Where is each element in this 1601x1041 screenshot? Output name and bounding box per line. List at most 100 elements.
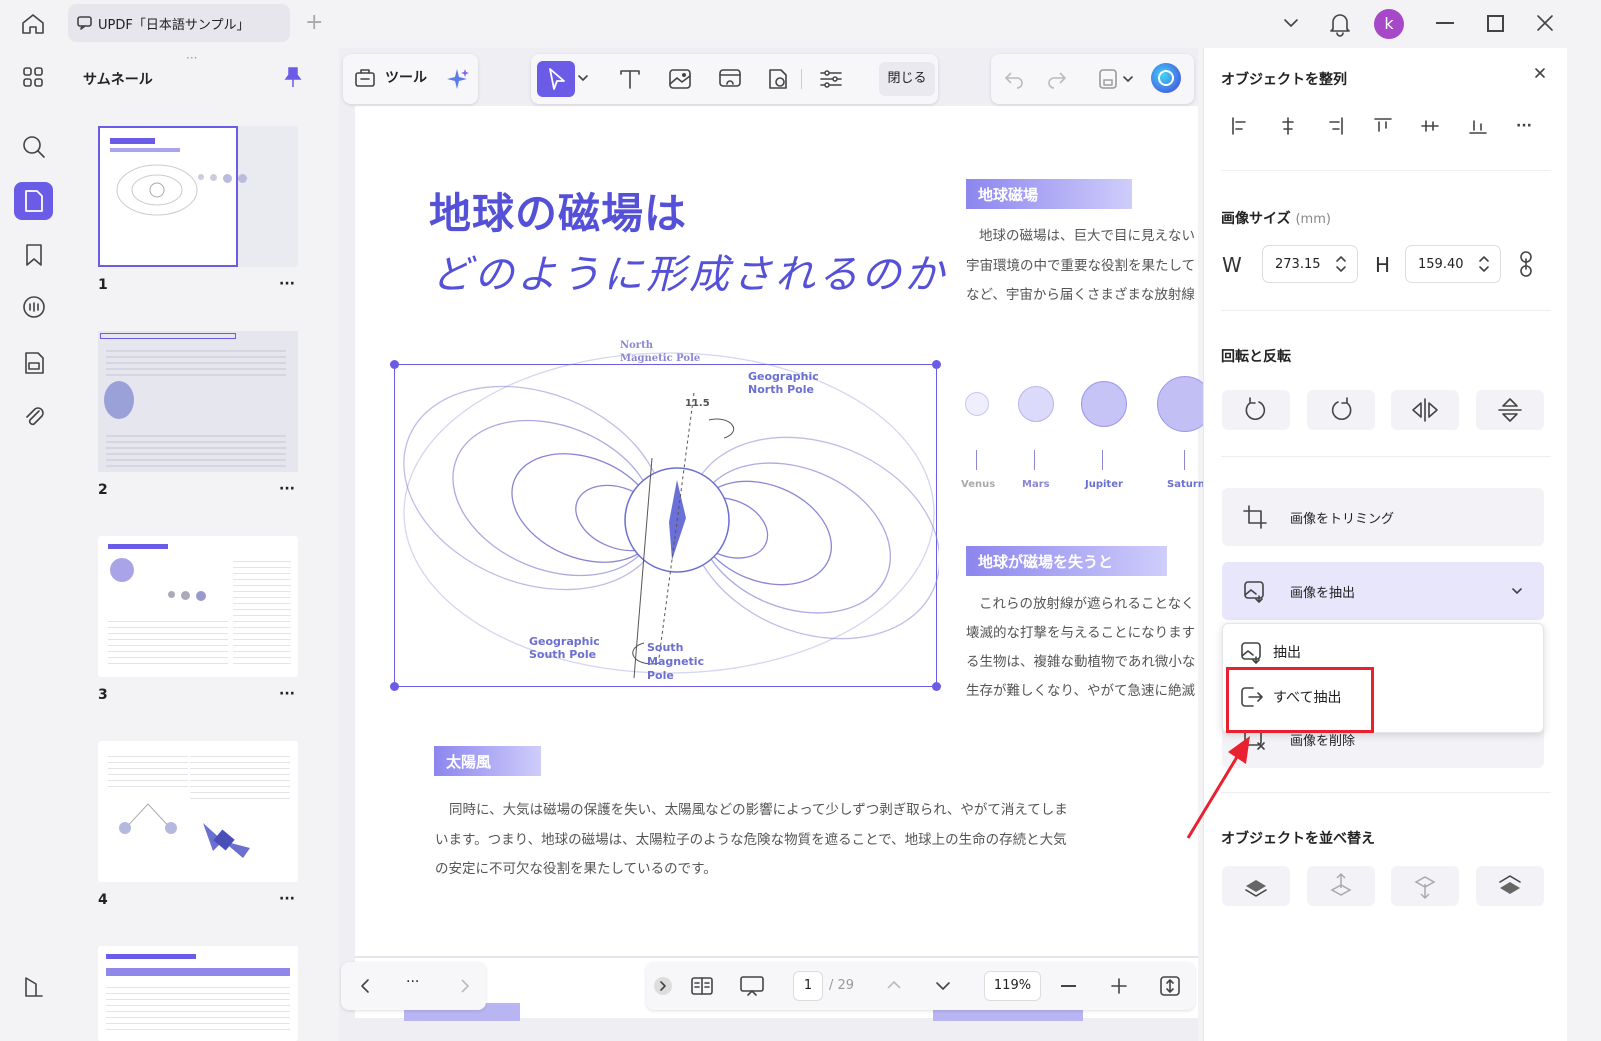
home-icon[interactable] (20, 12, 46, 36)
tool-button[interactable]: ツール (353, 65, 427, 89)
redo-icon[interactable] (1046, 69, 1068, 89)
height-value: 159.40 (1418, 256, 1464, 272)
label-geo-north: Geographic (748, 370, 819, 383)
highlight-box (1226, 667, 1374, 733)
avatar[interactable]: k (1374, 9, 1404, 39)
thumbnail-view-button[interactable] (14, 182, 53, 220)
magnetic-field-lines (403, 352, 939, 679)
new-tab-icon[interactable]: + (305, 12, 323, 34)
page-layout-icon[interactable] (689, 975, 715, 997)
thumbnail-page-3[interactable] (98, 536, 298, 677)
page-icon (25, 190, 43, 212)
page-total: / 29 (829, 978, 855, 993)
planet-label: Jupiter (1085, 479, 1123, 490)
expand-icon[interactable] (654, 977, 672, 995)
page-up-icon[interactable] (885, 977, 903, 993)
comment-icon[interactable] (20, 295, 48, 321)
apps-icon[interactable] (22, 66, 44, 88)
rotate-right-button[interactable] (1307, 390, 1375, 430)
close-window-icon[interactable] (1535, 13, 1555, 33)
flip-vertical-button[interactable] (1476, 390, 1544, 430)
left-rail (0, 48, 66, 1041)
bookmark-icon[interactable] (23, 242, 45, 268)
thumbnail-more-1[interactable]: ··· (279, 276, 295, 292)
crop-icon (1243, 505, 1267, 529)
drag-handle[interactable]: ··· (186, 51, 197, 65)
extract-image-button[interactable]: 画像を抽出 (1222, 562, 1544, 620)
width-input[interactable]: 273.15 (1262, 245, 1358, 283)
bring-forward-button[interactable] (1307, 866, 1375, 906)
label-north-magnetic: North (620, 340, 653, 351)
thumbnail-page-4[interactable] (98, 741, 298, 882)
send-back-button[interactable] (1476, 866, 1544, 906)
thumbnail-page-2[interactable] (98, 331, 298, 472)
thumbnail-more-4[interactable]: ··· (279, 891, 295, 907)
height-stepper-icon[interactable] (1478, 254, 1490, 274)
align-center-h-icon[interactable] (1277, 115, 1299, 137)
align-top-icon[interactable] (1372, 115, 1394, 137)
align-left-icon[interactable] (1229, 115, 1251, 137)
align-right-icon[interactable] (1324, 115, 1346, 137)
size-unit: (mm) (1295, 212, 1331, 227)
text-tool-icon[interactable] (617, 67, 643, 91)
comment-tab-icon (77, 16, 92, 30)
rotate-left-button[interactable] (1222, 390, 1290, 430)
tool-label: ツール (385, 70, 427, 86)
zoom-input[interactable]: 119% (984, 971, 1041, 1001)
page-down-icon[interactable] (934, 978, 952, 994)
align-middle-v-icon[interactable] (1419, 115, 1441, 137)
bring-front-button[interactable] (1222, 866, 1290, 906)
undo-icon[interactable] (1003, 69, 1025, 89)
layers-icon[interactable] (22, 974, 46, 1000)
section-2-line-1: これらの放射線が遮られることなく (979, 596, 1195, 612)
select-dropdown-icon[interactable] (577, 73, 589, 83)
thumbnail-page-1[interactable] (98, 126, 298, 267)
crop-image-button[interactable]: 画像をトリミング (1222, 488, 1544, 546)
attachment-icon[interactable] (22, 403, 46, 429)
presentation-icon[interactable] (738, 974, 766, 998)
thumbnail-more-2[interactable]: ··· (279, 481, 295, 497)
nav-more[interactable]: ··· (406, 974, 419, 990)
label-geo-south: Geographic (529, 635, 600, 648)
send-backward-button[interactable] (1391, 866, 1459, 906)
width-stepper-icon[interactable] (1335, 254, 1347, 274)
thumbnail-number-3: 3 (98, 687, 108, 703)
save-dropdown-icon[interactable] (1122, 74, 1134, 84)
align-bottom-icon[interactable] (1467, 115, 1489, 137)
pin-icon[interactable] (284, 66, 302, 88)
page-number-input[interactable]: 1 (793, 971, 823, 1001)
zoom-in-icon[interactable] (1110, 977, 1128, 995)
flip-horizontal-button[interactable] (1391, 390, 1459, 430)
watermark-tool-icon[interactable] (765, 67, 791, 91)
lock-ratio-icon[interactable] (1518, 249, 1534, 279)
prev-icon[interactable] (358, 977, 372, 995)
image-tool-icon[interactable] (667, 67, 693, 91)
maximize-icon[interactable] (1487, 15, 1504, 32)
close-edit-button[interactable]: 閉じる (879, 62, 935, 96)
doc-title-line2: どのように形成されるのか (431, 252, 947, 298)
properties-icon[interactable] (818, 67, 844, 91)
zoom-out-icon[interactable] (1061, 985, 1076, 987)
thumbnail-page-5[interactable] (98, 946, 298, 1041)
save-icon[interactable] (1097, 67, 1119, 91)
next-icon[interactable] (458, 977, 472, 995)
form-icon[interactable] (22, 350, 46, 376)
ai-assistant-icon[interactable] (1151, 63, 1181, 93)
close-panel-icon[interactable] (1533, 66, 1547, 80)
link-tool-icon[interactable] (717, 67, 743, 91)
search-icon[interactable] (21, 134, 47, 160)
label-south-magnetic-2: Magnetic (647, 655, 705, 668)
ai-sparkle-icon[interactable] (445, 67, 471, 93)
select-tool-button[interactable] (537, 61, 575, 97)
more-align-icon[interactable]: ··· (1516, 118, 1532, 134)
height-input[interactable]: 159.40 (1405, 245, 1501, 283)
minimize-icon[interactable] (1436, 22, 1454, 24)
menu-item-extract[interactable]: 抽出 (1223, 632, 1543, 672)
thumbnail-number-2: 2 (98, 482, 108, 498)
chevron-down-icon[interactable] (1282, 14, 1300, 32)
section-header-lose-field: 地球が磁場を失うと (966, 546, 1167, 576)
document-tab[interactable]: UPDF「日本語サンプル」 (68, 4, 290, 42)
bell-icon[interactable] (1328, 11, 1352, 37)
thumbnail-more-3[interactable]: ··· (279, 686, 295, 702)
fit-page-icon[interactable] (1158, 974, 1182, 998)
